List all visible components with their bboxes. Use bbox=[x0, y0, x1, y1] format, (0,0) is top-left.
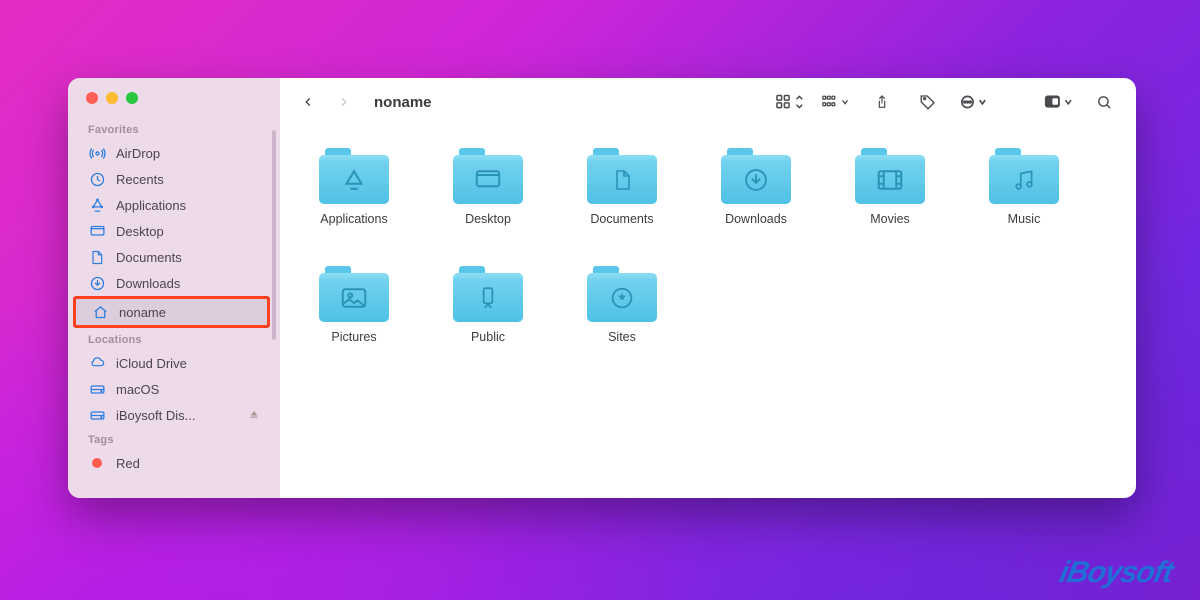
folder-item-downloads[interactable]: Downloads bbox=[712, 148, 800, 226]
disk-icon bbox=[88, 406, 106, 424]
search-button[interactable] bbox=[1090, 88, 1118, 116]
desktop-icon bbox=[88, 222, 106, 240]
folder-label: Applications bbox=[320, 212, 387, 226]
folder-icon bbox=[453, 266, 523, 322]
sidebar-item-iboysoft-dis-[interactable]: iBoysoft Dis... bbox=[68, 402, 270, 428]
sidebar-item-desktop[interactable]: Desktop bbox=[68, 218, 270, 244]
action-menu-button[interactable] bbox=[960, 88, 988, 116]
folder-icon bbox=[587, 266, 657, 322]
sidebar-item-label: Applications bbox=[116, 198, 186, 213]
eject-icon[interactable] bbox=[248, 408, 260, 423]
content-pane: noname bbox=[280, 78, 1136, 498]
download-icon bbox=[88, 274, 106, 292]
sidebar-item-airdrop[interactable]: AirDrop bbox=[68, 140, 270, 166]
sidebar-item-applications[interactable]: Applications bbox=[68, 192, 270, 218]
app-icon bbox=[88, 196, 106, 214]
folder-icon bbox=[453, 148, 523, 204]
folder-label: Downloads bbox=[725, 212, 787, 226]
tags-button[interactable] bbox=[914, 88, 942, 116]
folder-label: Music bbox=[1008, 212, 1041, 226]
tag-red-icon bbox=[88, 454, 106, 472]
folder-item-movies[interactable]: Movies bbox=[846, 148, 934, 226]
sidebar-item-label: Documents bbox=[116, 250, 182, 265]
folder-label: Pictures bbox=[331, 330, 376, 344]
sidebar-item-recents[interactable]: Recents bbox=[68, 166, 270, 192]
sidebar-item-macos[interactable]: macOS bbox=[68, 376, 270, 402]
window-title: noname bbox=[374, 94, 432, 111]
sidebar-item-noname[interactable]: noname bbox=[73, 296, 270, 328]
sidebar-item-label: Desktop bbox=[116, 224, 164, 239]
folder-item-sites[interactable]: Sites bbox=[578, 266, 666, 344]
folder-label: Documents bbox=[590, 212, 653, 226]
toolbar: noname bbox=[280, 78, 1136, 126]
clock-icon bbox=[88, 170, 106, 188]
sidebar-item-icloud-drive[interactable]: iCloud Drive bbox=[68, 350, 270, 376]
folder-icon bbox=[319, 266, 389, 322]
back-button[interactable] bbox=[294, 88, 322, 116]
folder-item-documents[interactable]: Documents bbox=[578, 148, 666, 226]
view-switcher-button[interactable] bbox=[776, 88, 804, 116]
home-icon bbox=[91, 303, 109, 321]
folder-item-pictures[interactable]: Pictures bbox=[310, 266, 398, 344]
sidebar-item-downloads[interactable]: Downloads bbox=[68, 270, 270, 296]
sidebar-item-red[interactable]: Red bbox=[68, 450, 270, 476]
close-button[interactable] bbox=[86, 92, 98, 104]
folder-label: Desktop bbox=[465, 212, 511, 226]
minimize-button[interactable] bbox=[106, 92, 118, 104]
sidebar-item-label: AirDrop bbox=[116, 146, 160, 161]
sidebar-item-label: iCloud Drive bbox=[116, 356, 187, 371]
doc-icon bbox=[88, 248, 106, 266]
folder-icon bbox=[855, 148, 925, 204]
folder-item-public[interactable]: Public bbox=[444, 266, 532, 344]
folder-item-applications[interactable]: Applications bbox=[310, 148, 398, 226]
folder-icon bbox=[587, 148, 657, 204]
sidebar-item-label: Recents bbox=[116, 172, 164, 187]
folder-item-music[interactable]: Music bbox=[980, 148, 1068, 226]
finder-window: Favorites AirDrop Recents Applications Deskt… bbox=[68, 78, 1136, 498]
window-controls bbox=[68, 78, 280, 118]
folder-label: Sites bbox=[608, 330, 636, 344]
folder-icon bbox=[989, 148, 1059, 204]
share-button[interactable] bbox=[868, 88, 896, 116]
watermark-logo: iBoysoft bbox=[1056, 556, 1175, 590]
sidebar-item-label: macOS bbox=[116, 382, 159, 397]
icon-grid: Applications Desktop Documents Downloads Mov… bbox=[280, 126, 1136, 366]
sidebar-item-documents[interactable]: Documents bbox=[68, 244, 270, 270]
cloud-icon bbox=[88, 354, 106, 372]
disk-icon bbox=[88, 380, 106, 398]
airdrop-icon bbox=[88, 144, 106, 162]
group-by-button[interactable] bbox=[822, 88, 850, 116]
sidebar-section-header: Tags bbox=[68, 428, 270, 450]
preview-toggle-button[interactable] bbox=[1044, 88, 1072, 116]
sidebar-scrollbar[interactable] bbox=[272, 130, 276, 340]
folder-icon bbox=[721, 148, 791, 204]
desktop-wallpaper: Favorites AirDrop Recents Applications Deskt… bbox=[0, 0, 1200, 600]
sidebar-item-label: Downloads bbox=[116, 276, 180, 291]
fullscreen-button[interactable] bbox=[126, 92, 138, 104]
folder-item-desktop[interactable]: Desktop bbox=[444, 148, 532, 226]
folder-label: Public bbox=[471, 330, 505, 344]
sidebar-item-label: iBoysoft Dis... bbox=[116, 408, 195, 423]
sidebar-item-label: noname bbox=[119, 305, 166, 320]
sidebar-item-label: Red bbox=[116, 456, 140, 471]
folder-icon bbox=[319, 148, 389, 204]
forward-button[interactable] bbox=[330, 88, 358, 116]
sidebar: Favorites AirDrop Recents Applications Deskt… bbox=[68, 78, 280, 498]
sidebar-section-header: Locations bbox=[68, 328, 270, 350]
sidebar-section-header: Favorites bbox=[68, 118, 270, 140]
folder-label: Movies bbox=[870, 212, 910, 226]
